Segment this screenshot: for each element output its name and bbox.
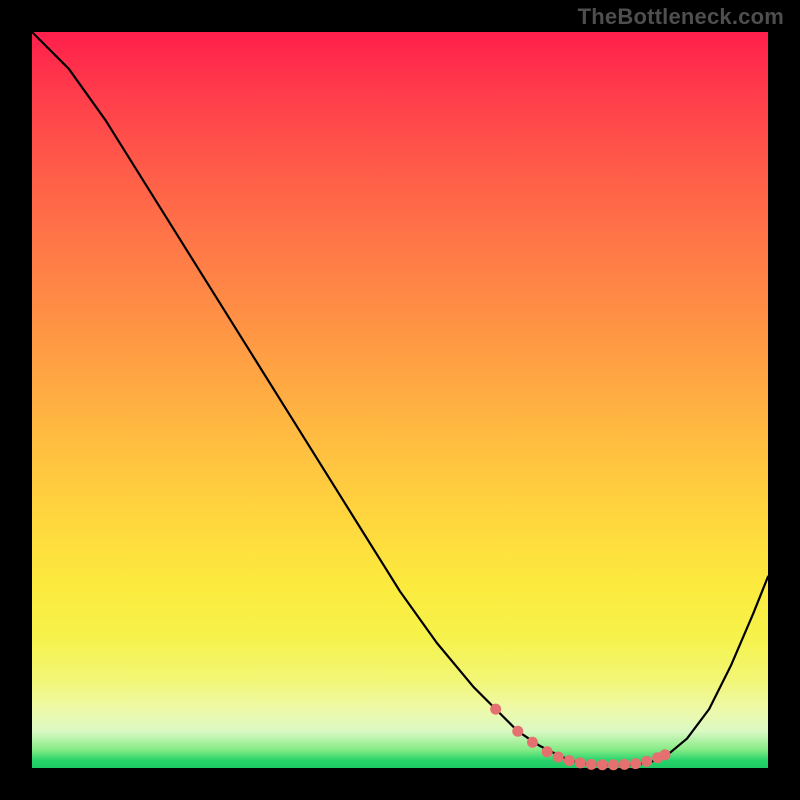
optimal-marker-dot [542, 746, 553, 757]
optimal-marker-dot [564, 755, 575, 766]
optimal-marker-dot [527, 737, 538, 748]
watermark-text: TheBottleneck.com [578, 4, 784, 30]
optimal-marker-dot [575, 757, 586, 768]
optimal-marker-dot [553, 751, 564, 762]
optimal-marker-dot [490, 704, 501, 715]
plot-area [32, 32, 768, 768]
optimal-marker-dot [597, 759, 608, 770]
chart-frame: TheBottleneck.com [0, 0, 800, 800]
optimal-marker-dot [608, 759, 619, 770]
chart-svg [32, 32, 768, 768]
optimal-marker-dot [641, 756, 652, 767]
bottleneck-curve [32, 32, 768, 765]
optimal-marker-dot [512, 726, 523, 737]
optimal-marker-dot [619, 759, 630, 770]
optimal-marker-dot [586, 759, 597, 770]
optimal-marker-group [490, 704, 670, 771]
optimal-marker-dot [659, 749, 670, 760]
optimal-marker-dot [630, 758, 641, 769]
